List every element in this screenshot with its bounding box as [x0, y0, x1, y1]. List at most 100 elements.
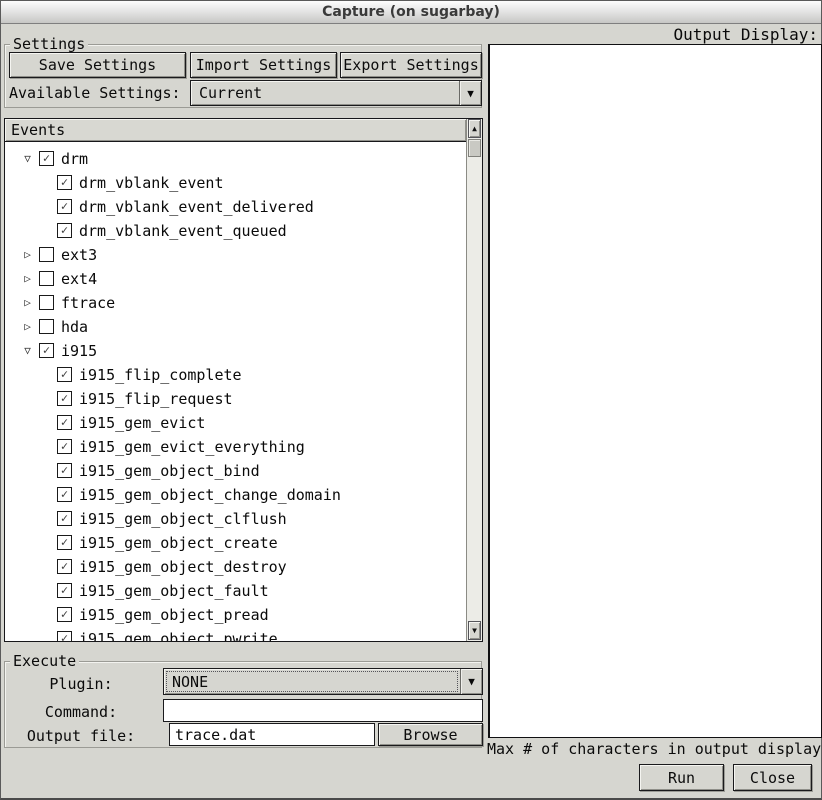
- plugin-arrowbox: ▼: [460, 669, 482, 694]
- event-label: i915_gem_object_create: [79, 534, 278, 552]
- event-checkbox[interactable]: ✓: [57, 607, 72, 622]
- available-settings-value: Current: [199, 84, 262, 102]
- expander-closed-icon[interactable]: ▷: [20, 295, 35, 310]
- event-checkbox[interactable]: ✓: [57, 487, 72, 502]
- event-label: hda: [61, 318, 88, 336]
- event-checkbox[interactable]: [39, 295, 54, 310]
- scroll-up-icon: ▲: [472, 124, 477, 133]
- output-file-label: Output file:: [1, 727, 161, 745]
- command-input[interactable]: [163, 699, 483, 722]
- event-row[interactable]: ✓ i915_gem_object_bind: [5, 459, 467, 483]
- event-checkbox[interactable]: ✓: [57, 415, 72, 430]
- close-button[interactable]: Close: [733, 764, 812, 791]
- chevron-down-icon: ▼: [468, 675, 475, 688]
- event-checkbox[interactable]: [39, 247, 54, 262]
- scrollbar-thumb[interactable]: [468, 139, 481, 157]
- event-checkbox[interactable]: ✓: [57, 367, 72, 382]
- event-row[interactable]: ✓ drm_vblank_event: [5, 171, 467, 195]
- event-checkbox[interactable]: ✓: [57, 631, 72, 641]
- event-checkbox[interactable]: [39, 319, 54, 334]
- event-checkbox[interactable]: ✓: [57, 199, 72, 214]
- chevron-down-icon: ▼: [467, 87, 474, 100]
- event-checkbox[interactable]: ✓: [57, 511, 72, 526]
- event-row[interactable]: ✓ i915_gem_object_pread: [5, 603, 467, 627]
- browse-button[interactable]: Browse: [378, 723, 483, 746]
- event-row[interactable]: ▷ ext3: [5, 243, 467, 267]
- max-chars-label: Max # of characters in output display: [487, 740, 821, 758]
- event-row[interactable]: ▷ ext4: [5, 267, 467, 291]
- output-file-input[interactable]: trace.dat: [169, 723, 375, 746]
- event-row[interactable]: ▷ hda: [5, 315, 467, 339]
- event-label: i915_gem_object_fault: [79, 582, 269, 600]
- event-checkbox[interactable]: ✓: [57, 223, 72, 238]
- expander-open-icon[interactable]: ▽: [20, 343, 35, 358]
- event-row[interactable]: ✓ i915_gem_evict_everything: [5, 435, 467, 459]
- event-row[interactable]: ✓ i915_gem_object_fault: [5, 579, 467, 603]
- event-row[interactable]: ✓i915_gem_object_pwrite: [5, 627, 467, 641]
- available-settings-label: Available Settings:: [9, 84, 181, 102]
- event-label: i915_gem_evict: [79, 414, 205, 432]
- focus-indicator: [166, 671, 458, 692]
- expander-open-icon[interactable]: ▽: [20, 151, 35, 166]
- event-label: ext3: [61, 246, 97, 264]
- scroll-up-button[interactable]: ▲: [468, 119, 481, 138]
- event-row[interactable]: ✓ i915_gem_object_create: [5, 531, 467, 555]
- events-column-header[interactable]: Events: [5, 119, 467, 142]
- event-label: ext4: [61, 270, 97, 288]
- event-checkbox[interactable]: ✓: [57, 463, 72, 478]
- event-label: i915: [61, 342, 97, 360]
- event-label: i915_gem_object_clflush: [79, 510, 287, 528]
- event-row[interactable]: ✓ i915_gem_evict: [5, 411, 467, 435]
- event-checkbox[interactable]: ✓: [39, 151, 54, 166]
- title-bar[interactable]: Capture (on sugarbay): [1, 1, 821, 24]
- event-label: i915_flip_complete: [79, 366, 242, 384]
- event-row[interactable]: ▽ ✓ i915: [5, 339, 467, 363]
- event-label: i915_flip_request: [79, 390, 233, 408]
- event-label: i915_gem_object_bind: [79, 462, 260, 480]
- expander-closed-icon[interactable]: ▷: [20, 247, 35, 262]
- scroll-down-icon: ▼: [472, 626, 477, 635]
- event-row[interactable]: ✓i915_gem_object_change_domain: [5, 483, 467, 507]
- event-row[interactable]: ▷ ftrace: [5, 291, 467, 315]
- event-label: drm_vblank_event_delivered: [79, 198, 314, 216]
- event-row[interactable]: ✓ i915_gem_object_clflush: [5, 507, 467, 531]
- event-checkbox[interactable]: ✓: [39, 343, 54, 358]
- save-settings-button[interactable]: Save Settings: [9, 52, 186, 78]
- expander-closed-icon[interactable]: ▷: [20, 319, 35, 334]
- event-checkbox[interactable]: ✓: [57, 439, 72, 454]
- plugin-label: Plugin:: [1, 675, 161, 693]
- export-settings-button[interactable]: Export Settings: [340, 52, 482, 78]
- run-button[interactable]: Run: [639, 764, 724, 791]
- execute-frame-label: Execute: [10, 653, 79, 670]
- event-label: drm_vblank_event_queued: [79, 222, 287, 240]
- event-checkbox[interactable]: ✓: [57, 583, 72, 598]
- available-settings-dropdown[interactable]: Current ▼: [190, 80, 482, 106]
- event-label: i915_gem_evict_everything: [79, 438, 305, 456]
- event-checkbox[interactable]: ✓: [57, 175, 72, 190]
- import-settings-button[interactable]: Import Settings: [190, 52, 337, 78]
- events-scrollbar[interactable]: ▲ ▼: [466, 119, 482, 641]
- event-row[interactable]: ✓ drm_vblank_event_queued: [5, 219, 467, 243]
- event-checkbox[interactable]: ✓: [57, 535, 72, 550]
- event-label: i915_gem_object_pread: [79, 606, 269, 624]
- plugin-dropdown[interactable]: NONE ▼: [163, 668, 483, 695]
- event-checkbox[interactable]: [39, 271, 54, 286]
- event-checkbox[interactable]: ✓: [57, 559, 72, 574]
- event-label: i915_gem_object_destroy: [79, 558, 287, 576]
- event-row[interactable]: ✓ i915_gem_object_destroy: [5, 555, 467, 579]
- window-title: Capture (on sugarbay): [322, 4, 500, 20]
- event-row[interactable]: ▽ ✓ drm: [5, 147, 467, 171]
- output-display-label: Output Display:: [674, 25, 819, 44]
- event-row[interactable]: ✓ i915_flip_complete: [5, 363, 467, 387]
- event-label: drm_vblank_event: [79, 174, 224, 192]
- output-display-area: [488, 44, 822, 738]
- event-row[interactable]: ✓ drm_vblank_event_delivered: [5, 195, 467, 219]
- event-label: ftrace: [61, 294, 115, 312]
- scroll-down-button[interactable]: ▼: [468, 621, 481, 640]
- expander-closed-icon[interactable]: ▷: [20, 271, 35, 286]
- event-label: drm: [61, 150, 88, 168]
- event-row[interactable]: ✓ i915_flip_request: [5, 387, 467, 411]
- event-checkbox[interactable]: ✓: [57, 391, 72, 406]
- events-tree: ▽ ✓ drm ✓ drm_vblank_event ✓ drm_vblank_event_…: [5, 142, 467, 641]
- events-header-label: Events: [11, 121, 65, 139]
